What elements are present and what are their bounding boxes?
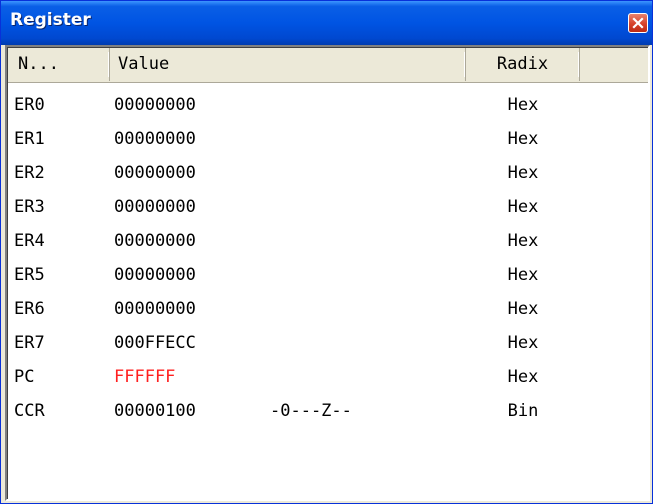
register-value: 00000000 bbox=[114, 95, 196, 115]
register-radix: Hex bbox=[507, 265, 539, 285]
register-radix: Hex bbox=[507, 197, 539, 217]
title-bar[interactable]: Register bbox=[1, 1, 652, 45]
register-name: ER5 bbox=[14, 265, 45, 285]
register-radix: Hex bbox=[507, 95, 539, 115]
register-value: 00000100 bbox=[114, 401, 196, 421]
column-header-filler bbox=[580, 48, 648, 81]
register-name: ER4 bbox=[14, 231, 45, 251]
window-title: Register bbox=[10, 10, 91, 30]
register-row-er4[interactable]: ER4 00000000 Hex bbox=[8, 224, 648, 258]
register-value: 00000000 bbox=[114, 163, 196, 183]
register-row-er2[interactable]: ER2 00000000 Hex bbox=[8, 156, 648, 190]
register-value: 000FFECC bbox=[114, 333, 196, 353]
column-header-value[interactable]: Value bbox=[110, 48, 466, 81]
register-name: ER6 bbox=[14, 299, 45, 319]
register-row-er5[interactable]: ER5 00000000 Hex bbox=[8, 258, 648, 292]
register-radix: Hex bbox=[507, 367, 539, 387]
register-radix: Hex bbox=[507, 231, 539, 251]
register-radix: Bin bbox=[507, 401, 539, 421]
register-radix: Hex bbox=[507, 129, 539, 149]
register-name: ER0 bbox=[14, 95, 45, 115]
register-row-er6[interactable]: ER6 00000000 Hex bbox=[8, 292, 648, 326]
register-value: FFFFFF bbox=[114, 367, 176, 387]
register-row-er7[interactable]: ER7 000FFECC Hex bbox=[8, 326, 648, 360]
close-icon bbox=[632, 17, 644, 29]
register-value: 00000000 bbox=[114, 299, 196, 319]
register-row-pc[interactable]: PC FFFFFF Hex bbox=[8, 360, 648, 394]
close-button[interactable] bbox=[628, 13, 648, 33]
register-row-ccr[interactable]: CCR 00000100 -0---Z-- Bin bbox=[8, 394, 648, 428]
register-value: 00000000 bbox=[114, 265, 196, 285]
register-window: Register N... Value Radix ER0 00000000 Hex… bbox=[0, 0, 653, 504]
register-name: ER1 bbox=[14, 129, 45, 149]
column-header: N... Value Radix bbox=[8, 48, 648, 83]
column-header-name[interactable]: N... bbox=[8, 48, 110, 81]
register-row-er1[interactable]: ER1 00000000 Hex bbox=[8, 122, 648, 156]
register-list-view[interactable]: N... Value Radix ER0 00000000 Hex ER1 000000… bbox=[5, 45, 650, 501]
register-radix: Hex bbox=[507, 333, 539, 353]
register-name: CCR bbox=[14, 401, 45, 421]
register-flags: -0---Z-- bbox=[270, 401, 352, 421]
register-radix: Hex bbox=[507, 299, 539, 319]
register-row-er0[interactable]: ER0 00000000 Hex bbox=[8, 88, 648, 122]
column-header-radix[interactable]: Radix bbox=[466, 48, 580, 81]
register-row-er3[interactable]: ER3 00000000 Hex bbox=[8, 190, 648, 224]
register-name: ER7 bbox=[14, 333, 45, 353]
register-value: 00000000 bbox=[114, 197, 196, 217]
register-name: PC bbox=[14, 367, 35, 387]
register-value: 00000000 bbox=[114, 129, 196, 149]
register-name: ER2 bbox=[14, 163, 45, 183]
register-rows: ER0 00000000 Hex ER1 00000000 Hex ER2 00000000 H… bbox=[8, 88, 648, 428]
register-value: 00000000 bbox=[114, 231, 196, 251]
register-radix: Hex bbox=[507, 163, 539, 183]
register-name: ER3 bbox=[14, 197, 45, 217]
